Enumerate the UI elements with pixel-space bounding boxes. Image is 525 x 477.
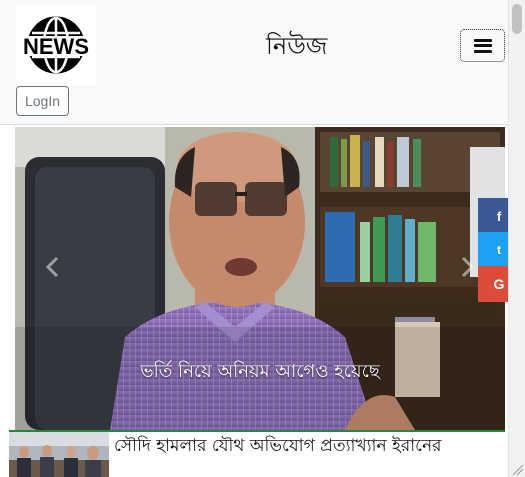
vertical-scrollbar[interactable] (508, 0, 525, 477)
page: NEWS নিউজ LogIn ভর্তি নিয়ে অনিয়ম আগেও … (0, 0, 525, 477)
site-header: NEWS নিউজ LogIn (0, 0, 508, 125)
site-title: নিউজ (266, 32, 328, 60)
carousel-prev-button[interactable] (41, 255, 65, 279)
news-list-item[interactable]: সৌদি হামলার যৌথ অভিযোগ প্রত্যাখ্যান ইরান… (9, 432, 505, 477)
scrollbar-thumb[interactable] (512, 4, 522, 34)
news-carousel[interactable]: ভর্তি নিয়ে অনিয়ম আগেও হয়েছে (15, 127, 505, 430)
globe-logo-icon: NEWS (16, 16, 96, 74)
news-thumbnail[interactable] (9, 432, 109, 477)
news-thumbnail-image (9, 432, 109, 477)
hamburger-icon (473, 38, 492, 53)
menu-toggle-button[interactable] (460, 29, 505, 62)
news-headline[interactable]: সৌদি হামলার যৌথ অভিযোগ প্রত্যাখ্যান ইরান… (114, 433, 442, 461)
google-plus-icon: G (493, 276, 505, 292)
site-logo[interactable]: NEWS (16, 5, 96, 85)
facebook-icon: f (496, 208, 502, 224)
chevron-right-icon (461, 256, 475, 278)
chevron-left-icon (45, 256, 59, 278)
carousel-caption[interactable]: ভর্তি নিয়ে অনিয়ম আগেও হয়েছে (15, 357, 505, 388)
login-button[interactable]: LogIn (16, 86, 69, 116)
resize-grip-icon[interactable] (508, 460, 525, 477)
logo-text: NEWS (23, 34, 89, 59)
carousel-next-button[interactable] (455, 255, 479, 279)
twitter-icon: t (497, 243, 501, 257)
